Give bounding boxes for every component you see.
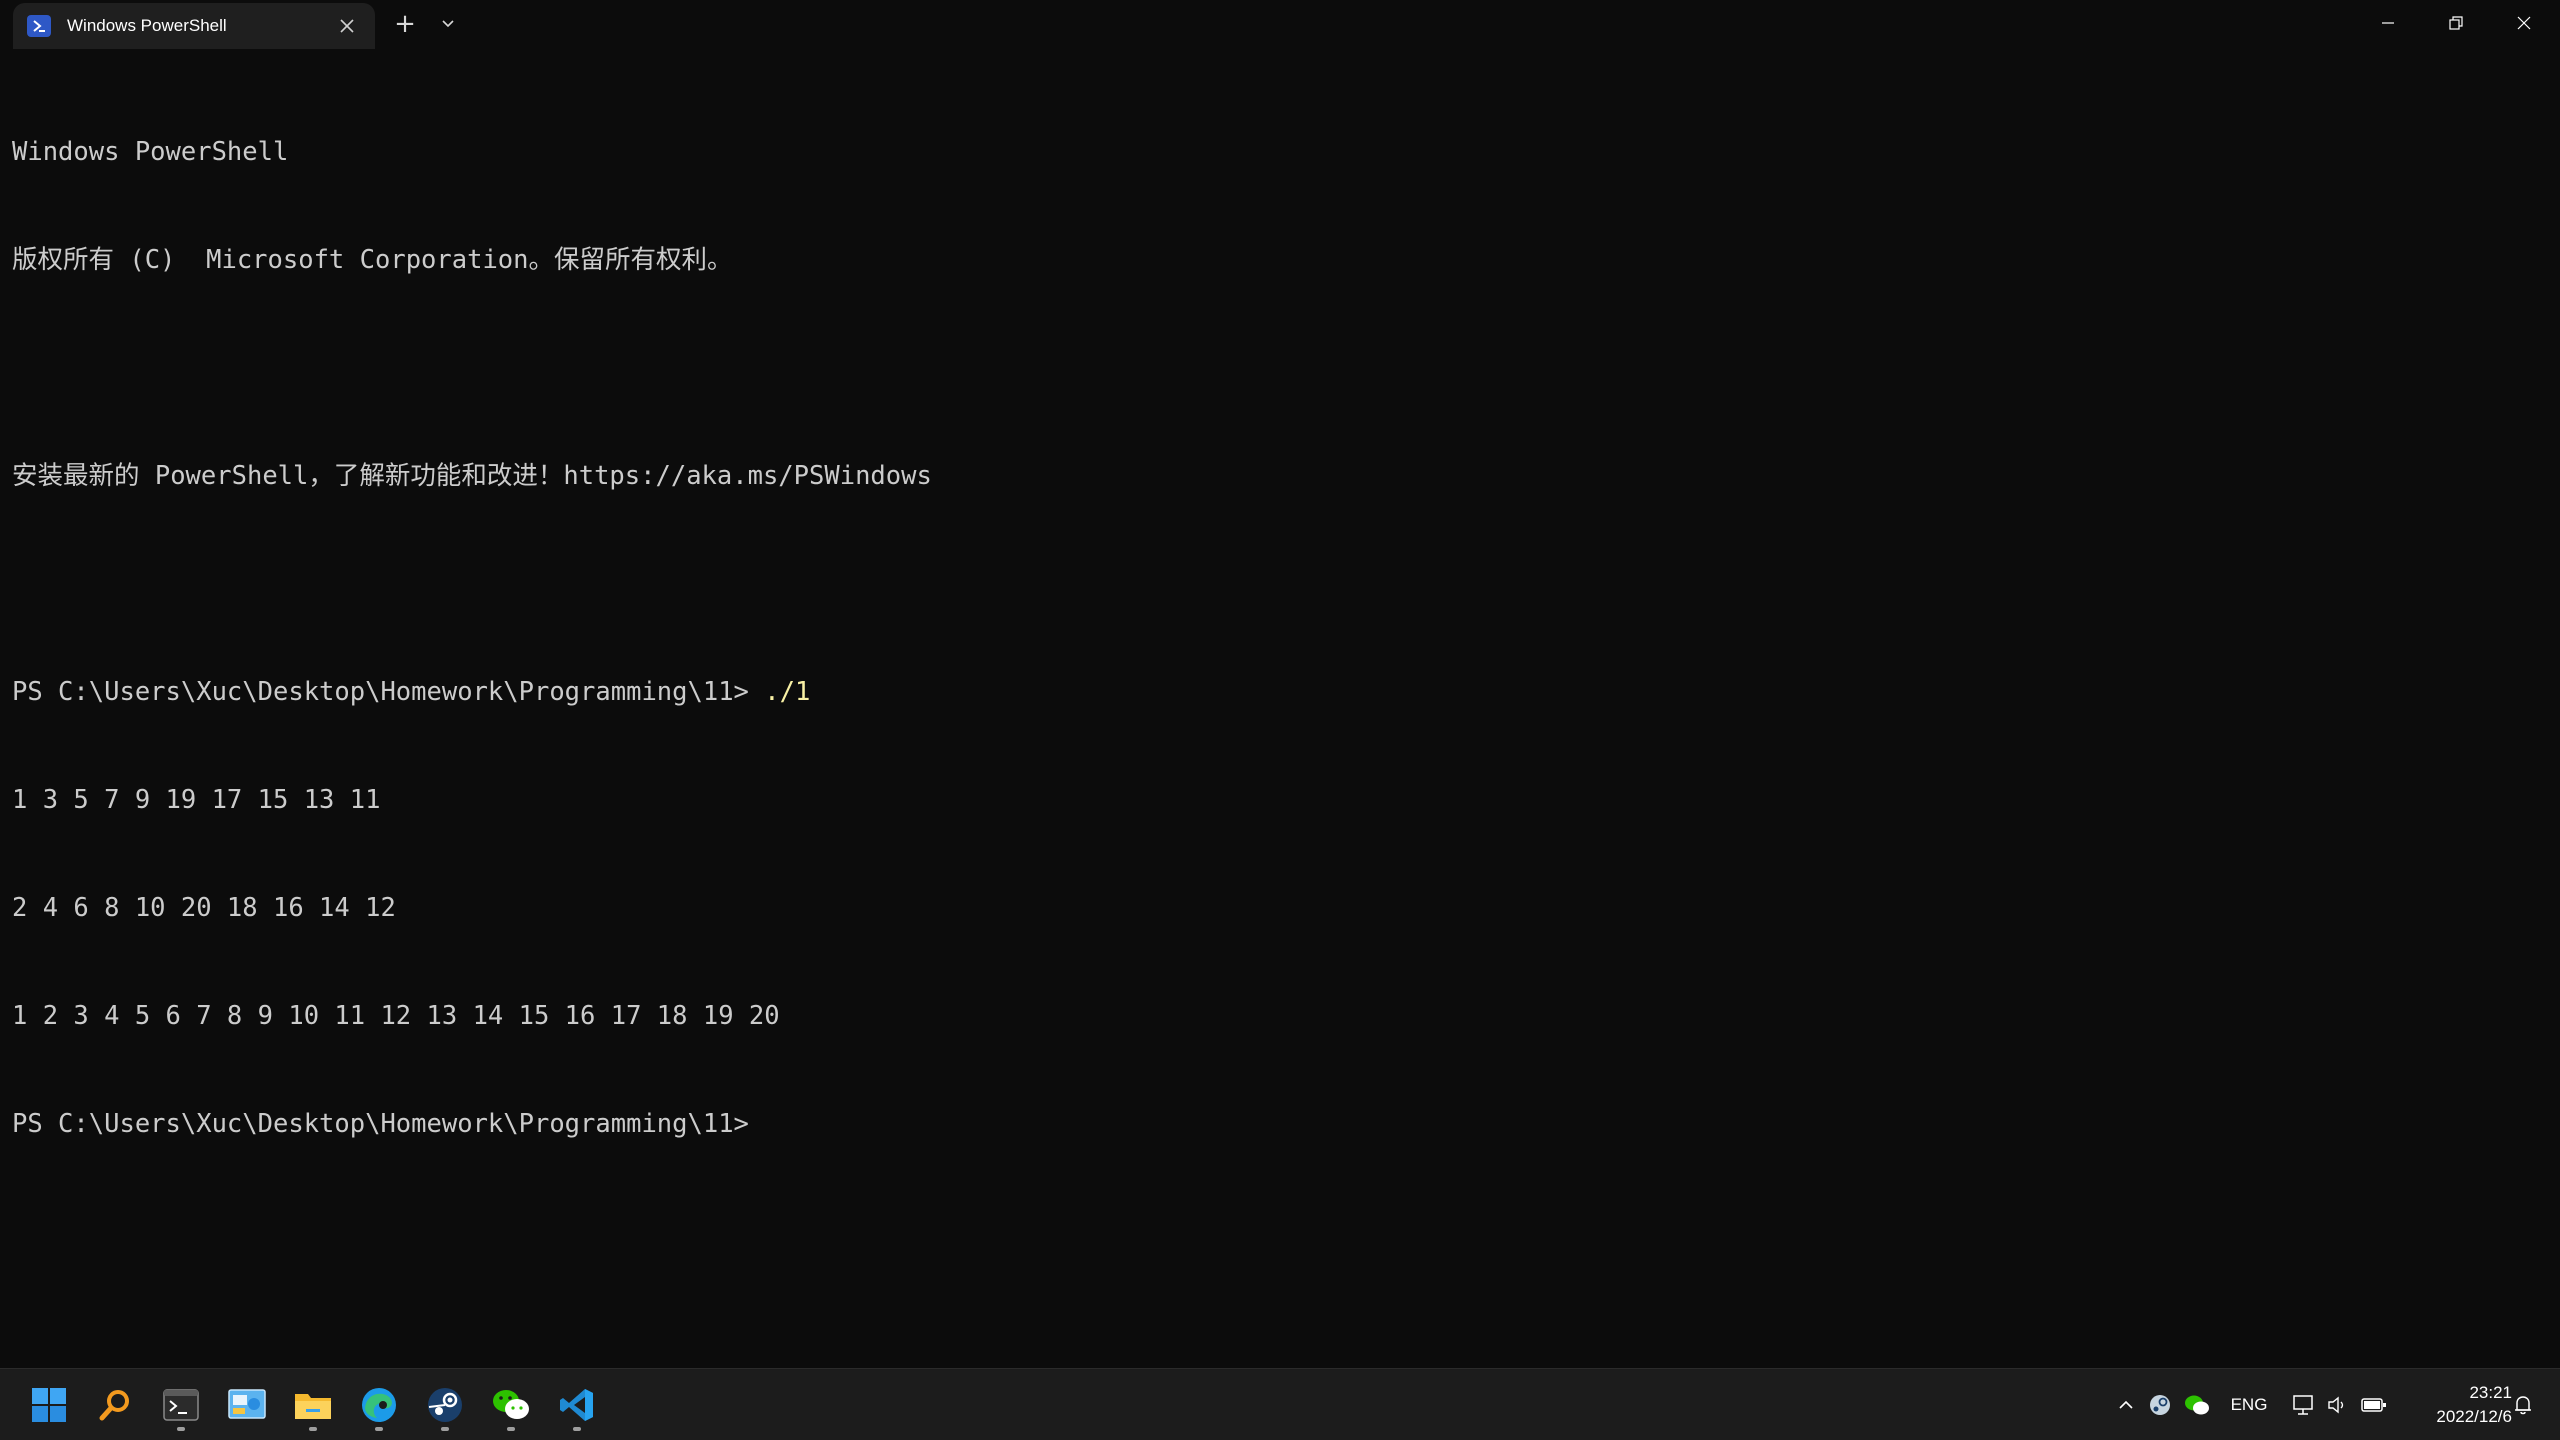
powershell-icon — [27, 15, 51, 37]
vscode-icon — [560, 1389, 593, 1421]
minimize-icon — [2382, 22, 2394, 24]
command-text: ./1 — [764, 677, 811, 707]
notification-button[interactable] — [2508, 1387, 2538, 1423]
edge-icon — [362, 1388, 396, 1422]
language-indicator[interactable]: ENG — [2224, 1387, 2274, 1423]
language-text: ENG — [2230, 1395, 2268, 1414]
restore-icon — [2449, 16, 2463, 30]
tray-battery[interactable] — [2360, 1387, 2388, 1423]
windows-start-icon — [32, 1388, 66, 1422]
running-indicator — [375, 1427, 383, 1431]
clock-date: 2022/12/6 — [2436, 1407, 2512, 1426]
terminal-line-prompt[interactable]: PS C:\Users\Xuc\Desktop\Homework\Program… — [12, 1106, 2548, 1142]
search-button[interactable] — [87, 1377, 143, 1433]
volume-icon — [2328, 1396, 2344, 1414]
chevron-down-icon — [442, 20, 454, 28]
start-button[interactable] — [21, 1377, 77, 1433]
taskbar: ENG 23:21 2022/12/6 — [0, 1368, 2560, 1440]
steam-icon — [428, 1388, 462, 1422]
taskbar-control-panel[interactable] — [219, 1377, 275, 1433]
taskbar-steam[interactable] — [417, 1377, 473, 1433]
close-window-icon — [2517, 16, 2531, 30]
wechat-tray-icon — [2185, 1395, 2209, 1415]
terminal-line: 版权所有 (C) Microsoft Corporation。保留所有权利。 — [12, 245, 733, 275]
show-hidden-icons-button[interactable] — [2112, 1387, 2140, 1423]
wechat-icon — [493, 1390, 529, 1419]
terminal-icon — [163, 1389, 199, 1421]
network-icon — [2293, 1395, 2313, 1415]
tray-network[interactable] — [2290, 1387, 2318, 1423]
minimize-button[interactable] — [2354, 0, 2422, 46]
running-indicator — [507, 1427, 515, 1431]
title-bar[interactable]: Windows PowerShell + — [0, 0, 2560, 49]
tab-windows-powershell[interactable]: Windows PowerShell — [13, 3, 375, 49]
tray-wechat[interactable] — [2182, 1387, 2212, 1423]
terminal-line: 2 4 6 8 10 20 18 16 14 12 — [12, 893, 396, 923]
chevron-up-icon — [2119, 1400, 2133, 1409]
battery-icon — [2361, 1398, 2386, 1412]
new-tab-button[interactable]: + — [385, 6, 425, 42]
terminal-line: 1 3 5 7 9 19 17 15 13 11 — [12, 785, 381, 815]
terminal-window: Windows PowerShell + Windows PowerShell … — [0, 0, 2560, 1368]
search-icon — [99, 1390, 129, 1421]
steam-tray-icon — [2150, 1395, 2170, 1415]
terminal-line: 安装最新的 PowerShell，了解新功能和改进！https://aka.ms… — [12, 461, 932, 491]
tray-steam[interactable] — [2146, 1387, 2174, 1423]
taskbar-vscode[interactable] — [549, 1377, 605, 1433]
clock[interactable]: 23:21 2022/12/6 — [2392, 1377, 2512, 1433]
close-icon[interactable] — [329, 8, 365, 44]
terminal-line: 1 2 3 4 5 6 7 8 9 10 11 12 13 14 15 16 1… — [12, 1001, 780, 1031]
bell-icon — [2515, 1396, 2531, 1415]
taskbar-wechat[interactable] — [483, 1377, 539, 1433]
taskbar-file-explorer[interactable] — [285, 1377, 341, 1433]
running-indicator — [177, 1427, 185, 1431]
running-indicator — [573, 1427, 581, 1431]
taskbar-edge[interactable] — [351, 1377, 407, 1433]
clock-time: 23:21 — [2469, 1383, 2512, 1402]
running-indicator — [441, 1427, 449, 1431]
close-window-button[interactable] — [2490, 0, 2558, 46]
tab-title: Windows PowerShell — [67, 16, 227, 35]
tab-dropdown-button[interactable] — [428, 6, 468, 42]
plus-icon: + — [394, 9, 416, 39]
prompt-text: PS C:\Users\Xuc\Desktop\Homework\Program… — [12, 1109, 749, 1139]
taskbar-terminal[interactable] — [153, 1377, 209, 1433]
running-indicator — [309, 1427, 317, 1431]
terminal-output[interactable]: Windows PowerShell 版权所有 (C) Microsoft Co… — [12, 62, 2548, 1352]
terminal-line: Windows PowerShell — [12, 137, 289, 167]
tray-volume[interactable] — [2324, 1387, 2352, 1423]
control-panel-icon — [228, 1389, 266, 1419]
terminal-line-prompt: PS C:\Users\Xuc\Desktop\Homework\Program… — [12, 674, 2548, 710]
prompt-text: PS C:\Users\Xuc\Desktop\Homework\Program… — [12, 677, 765, 707]
folder-icon — [295, 1394, 331, 1419]
restore-button[interactable] — [2422, 0, 2490, 46]
